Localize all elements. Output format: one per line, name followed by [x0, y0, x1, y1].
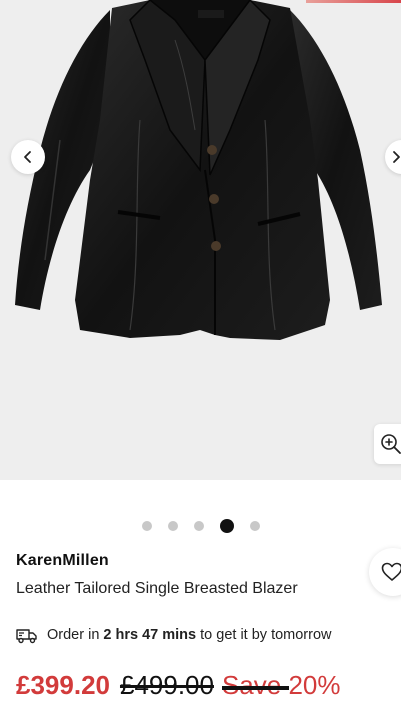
pagination-dot[interactable] — [141, 521, 152, 531]
brand-name[interactable]: KarenMillen — [16, 552, 109, 570]
add-to-wishlist-button[interactable] — [369, 548, 401, 596]
delivery-countdown: Order in 2 hrs 47 mins to get it by tomo… — [16, 626, 332, 644]
zoom-button[interactable] — [374, 424, 401, 464]
pagination-dot[interactable] — [193, 521, 204, 531]
zoom-in-icon — [381, 434, 401, 454]
discount-label: Save 20% — [221, 670, 341, 700]
pagination-dot-active[interactable] — [219, 519, 234, 533]
pagination-dot[interactable] — [167, 521, 178, 531]
chevron-right-icon — [393, 151, 400, 163]
current-price: £399.20 — [16, 670, 110, 700]
truck-icon — [16, 629, 37, 644]
original-price: £499.00 — [119, 670, 214, 700]
heart-icon — [381, 562, 401, 581]
chevron-left-icon — [24, 151, 31, 163]
pagination-dot[interactable] — [249, 521, 260, 531]
product-title: Leather Tailored Single Breasted Blazer — [16, 580, 298, 597]
product-image[interactable] — [0, 0, 401, 480]
image-pagination-dots — [0, 519, 401, 533]
delivery-prefix: Order in — [47, 627, 104, 643]
price-row: £399.20 £499.00 Save 20% — [16, 670, 341, 701]
delivery-countdown-time: 2 hrs 47 mins — [103, 627, 197, 643]
delivery-suffix: to get it by tomorrow — [196, 627, 332, 643]
product-image-gallery[interactable] — [0, 0, 401, 480]
previous-image-button[interactable] — [11, 140, 45, 174]
